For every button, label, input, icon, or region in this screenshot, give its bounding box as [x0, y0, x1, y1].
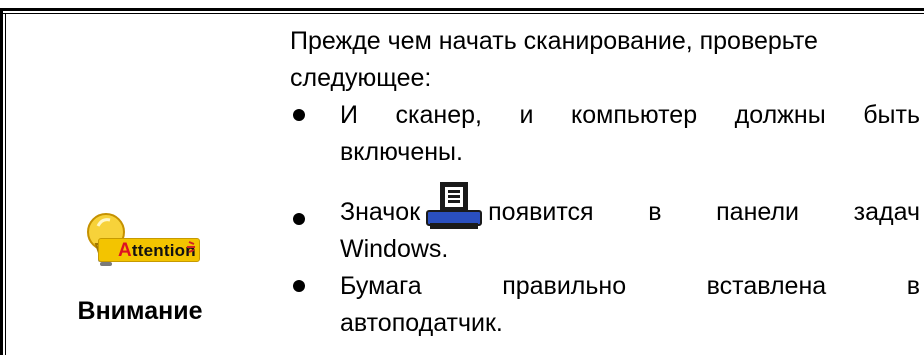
attention-label-cap: A — [118, 240, 132, 261]
list-item: Значок появится в панели задач Windows. — [290, 175, 920, 268]
icon-sentence-start: Значок — [340, 198, 421, 226]
list-item-line-1: И сканер, и компьютер должны быть — [340, 101, 920, 129]
notice-content: Прежде чем начать сканирование, проверьт… — [290, 23, 920, 342]
icon-sentence-end: появится в панели задач — [488, 198, 920, 226]
attention-accent-mark — [187, 241, 195, 253]
attention-sidebar: Attention Внимание — [40, 210, 240, 326]
frame-top-rule — [0, 8, 924, 11]
frame-left-rule-inner — [5, 13, 6, 355]
list-item: Бумага правильно вставлена в автоподатчи… — [290, 268, 920, 342]
list-item-line-2: Windows. — [340, 235, 449, 263]
list-item-line-1: Бумага правильно вставлена в — [340, 272, 920, 300]
attention-badge: Attention — [78, 210, 202, 272]
list-item-line-2: автоподатчик. — [340, 309, 503, 337]
bullet-dot — [293, 213, 305, 225]
list-item-line-2: включены. — [340, 138, 463, 166]
scanner-tray-icon — [426, 182, 483, 229]
intro-line-2: следующее: — [290, 64, 432, 92]
attention-label: Attention — [118, 240, 196, 262]
frame-left-rule — [0, 8, 3, 355]
bullet-dot — [293, 280, 305, 292]
intro-line-1: Прежде чем начать сканирование, проверьт… — [290, 27, 818, 55]
list-item: И сканер, и компьютер должны быть включе… — [290, 97, 920, 171]
bullet-dot — [293, 109, 305, 121]
list-item-line-1: Значок появится в панели задач — [340, 175, 920, 231]
frame-top-rule-inner — [0, 13, 924, 14]
side-title: Внимание — [77, 297, 203, 325]
